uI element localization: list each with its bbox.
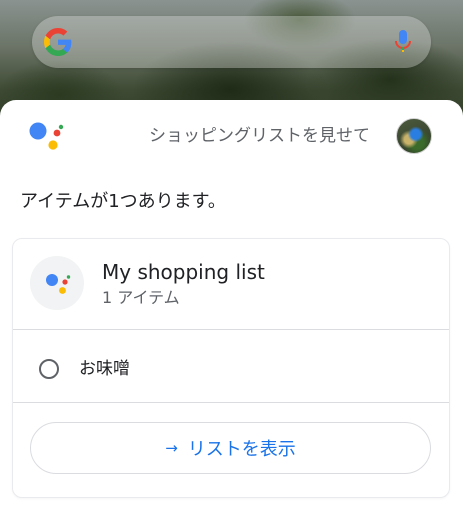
shopping-list-title[interactable]: My shopping list [102, 259, 265, 285]
list-item[interactable]: お味噌 [13, 330, 449, 402]
user-avatar[interactable] [396, 118, 432, 154]
google-assistant-logo-icon [29, 122, 64, 150]
show-list-button-label: リストを表示 [187, 439, 296, 460]
divider [13, 402, 449, 403]
microphone-icon[interactable] [395, 30, 411, 54]
search-bar[interactable] [32, 16, 431, 68]
arrow-right-icon: → [165, 439, 178, 457]
google-assistant-logo-icon [46, 274, 71, 294]
list-item-label: お味噌 [79, 359, 130, 379]
item-checkbox[interactable] [39, 359, 59, 379]
show-list-button[interactable]: → リストを表示 [30, 422, 431, 474]
user-query-text: ショッピングリストを見せて [149, 126, 370, 146]
google-g-logo-icon [44, 28, 72, 56]
assistant-response-text: アイテムが1つあります。 [20, 191, 226, 212]
shopping-list-item-count: 1 アイテム [102, 288, 180, 307]
